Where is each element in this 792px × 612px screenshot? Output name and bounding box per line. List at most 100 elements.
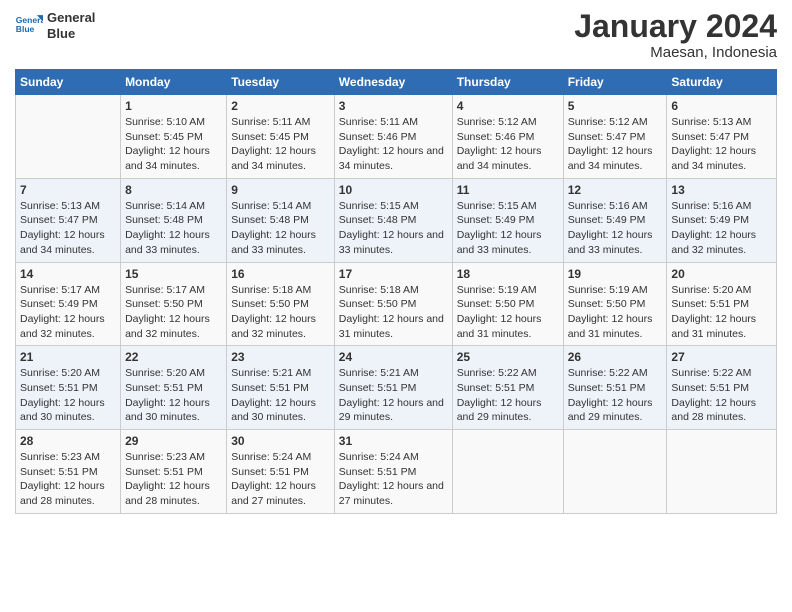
day-number: 12: [568, 183, 663, 197]
day-info: Sunrise: 5:12 AMSunset: 5:46 PMDaylight:…: [457, 115, 559, 174]
logo-line1: General: [47, 10, 95, 26]
day-info: Sunrise: 5:11 AMSunset: 5:45 PMDaylight:…: [231, 115, 330, 174]
calendar-cell: 25 Sunrise: 5:22 AMSunset: 5:51 PMDayligh…: [452, 346, 563, 430]
day-info: Sunrise: 5:20 AMSunset: 5:51 PMDaylight:…: [125, 366, 222, 425]
day-info: Sunrise: 5:20 AMSunset: 5:51 PMDaylight:…: [20, 366, 116, 425]
calendar-cell: [563, 430, 667, 514]
day-info: Sunrise: 5:23 AMSunset: 5:51 PMDaylight:…: [20, 450, 116, 509]
day-number: 3: [339, 99, 448, 113]
calendar-cell: 22Sunrise: 5:20 AMSunset: 5:51 PMDayligh…: [121, 346, 227, 430]
day-info: Sunrise: 5:23 AMSunset: 5:51 PMDaylight:…: [125, 450, 222, 509]
calendar-table: SundayMondayTuesdayWednesdayThursdayFrid…: [15, 69, 777, 514]
column-header-sunday: Sunday: [16, 70, 121, 95]
month-title: January 2024: [574, 10, 777, 42]
day-info: Sunrise: 5:19 AMSunset: 5:50 PMDaylight:…: [457, 283, 559, 342]
day-info: Sunrise: 5:10 AMSunset: 5:45 PMDaylight:…: [125, 115, 222, 174]
page-header: General Blue General Blue January 2024 M…: [15, 10, 777, 61]
day-info: Sunrise: 5:18 AMSunset: 5:50 PMDaylight:…: [231, 283, 330, 342]
day-number: 14: [20, 267, 116, 281]
calendar-cell: 14 Sunrise: 5:17 AMSunset: 5:49 PMDayligh…: [16, 262, 121, 346]
day-number: 20: [671, 267, 772, 281]
day-info: Sunrise: 5:18 AMSunset: 5:50 PMDaylight:…: [339, 283, 448, 342]
day-number: 25: [457, 350, 559, 364]
day-info: Sunrise: 5:16 AMSunset: 5:49 PMDaylight:…: [568, 199, 663, 258]
calendar-cell: [667, 430, 777, 514]
calendar-header-row: SundayMondayTuesdayWednesdayThursdayFrid…: [16, 70, 777, 95]
calendar-cell: 23Sunrise: 5:21 AMSunset: 5:51 PMDayligh…: [227, 346, 335, 430]
day-info: Sunrise: 5:17 AMSunset: 5:50 PMDaylight:…: [125, 283, 222, 342]
day-info: Sunrise: 5:17 AMSunset: 5:49 PMDaylight:…: [20, 283, 116, 342]
column-header-tuesday: Tuesday: [227, 70, 335, 95]
day-number: 16: [231, 267, 330, 281]
week-row-2: 7Sunrise: 5:13 AMSunset: 5:47 PMDaylight…: [16, 178, 777, 262]
calendar-cell: 11Sunrise: 5:15 AMSunset: 5:49 PMDayligh…: [452, 178, 563, 262]
calendar-cell: 6 Sunrise: 5:13 AMSunset: 5:47 PMDaylight…: [667, 95, 777, 179]
calendar-cell: 21 Sunrise: 5:20 AMSunset: 5:51 PMDayligh…: [16, 346, 121, 430]
day-info: Sunrise: 5:16 AMSunset: 5:49 PMDaylight:…: [671, 199, 772, 258]
day-number: 28: [20, 434, 116, 448]
column-header-saturday: Saturday: [667, 70, 777, 95]
day-info: Sunrise: 5:22 AMSunset: 5:51 PMDaylight:…: [568, 366, 663, 425]
day-number: 23: [231, 350, 330, 364]
day-info: Sunrise: 5:13 AMSunset: 5:47 PMDaylight:…: [671, 115, 772, 174]
calendar-cell: 2 Sunrise: 5:11 AMSunset: 5:45 PMDaylight…: [227, 95, 335, 179]
logo-text: General Blue: [47, 10, 95, 41]
calendar-cell: 7Sunrise: 5:13 AMSunset: 5:47 PMDaylight…: [16, 178, 121, 262]
calendar-cell: 5Sunrise: 5:12 AMSunset: 5:47 PMDaylight…: [563, 95, 667, 179]
day-info: Sunrise: 5:12 AMSunset: 5:47 PMDaylight:…: [568, 115, 663, 174]
calendar-cell: 15 Sunrise: 5:17 AMSunset: 5:50 PMDayligh…: [121, 262, 227, 346]
day-number: 4: [457, 99, 559, 113]
calendar-cell: 13 Sunrise: 5:16 AMSunset: 5:49 PMDayligh…: [667, 178, 777, 262]
day-info: Sunrise: 5:21 AMSunset: 5:51 PMDaylight:…: [339, 366, 448, 425]
day-info: Sunrise: 5:19 AMSunset: 5:50 PMDaylight:…: [568, 283, 663, 342]
day-info: Sunrise: 5:20 AMSunset: 5:51 PMDaylight:…: [671, 283, 772, 342]
calendar-cell: 19Sunrise: 5:19 AMSunset: 5:50 PMDayligh…: [563, 262, 667, 346]
day-number: 6: [671, 99, 772, 113]
calendar-cell: 3 Sunrise: 5:11 AMSunset: 5:46 PMDaylight…: [334, 95, 452, 179]
day-info: Sunrise: 5:11 AMSunset: 5:46 PMDaylight:…: [339, 115, 448, 174]
day-info: Sunrise: 5:15 AMSunset: 5:49 PMDaylight:…: [457, 199, 559, 258]
calendar-cell: 29 Sunrise: 5:23 AMSunset: 5:51 PMDayligh…: [121, 430, 227, 514]
week-row-4: 21 Sunrise: 5:20 AMSunset: 5:51 PMDayligh…: [16, 346, 777, 430]
day-number: 30: [231, 434, 330, 448]
calendar-cell: 9Sunrise: 5:14 AMSunset: 5:48 PMDaylight…: [227, 178, 335, 262]
column-header-monday: Monday: [121, 70, 227, 95]
calendar-cell: 20 Sunrise: 5:20 AMSunset: 5:51 PMDayligh…: [667, 262, 777, 346]
day-number: 29: [125, 434, 222, 448]
calendar-cell: 10Sunrise: 5:15 AMSunset: 5:48 PMDayligh…: [334, 178, 452, 262]
day-info: Sunrise: 5:22 AMSunset: 5:51 PMDaylight:…: [457, 366, 559, 425]
column-header-thursday: Thursday: [452, 70, 563, 95]
day-number: 13: [671, 183, 772, 197]
week-row-5: 28 Sunrise: 5:23 AMSunset: 5:51 PMDayligh…: [16, 430, 777, 514]
day-number: 17: [339, 267, 448, 281]
day-number: 21: [20, 350, 116, 364]
column-header-friday: Friday: [563, 70, 667, 95]
svg-text:Blue: Blue: [16, 24, 35, 34]
day-number: 24: [339, 350, 448, 364]
day-number: 9: [231, 183, 330, 197]
logo-icon: General Blue: [15, 12, 43, 40]
calendar-cell: 24 Sunrise: 5:21 AMSunset: 5:51 PMDayligh…: [334, 346, 452, 430]
logo-line2: Blue: [47, 26, 95, 42]
calendar-cell: 1Sunrise: 5:10 AMSunset: 5:45 PMDaylight…: [121, 95, 227, 179]
day-number: 10: [339, 183, 448, 197]
calendar-cell: [16, 95, 121, 179]
calendar-cell: 4 Sunrise: 5:12 AMSunset: 5:46 PMDaylight…: [452, 95, 563, 179]
location-title: Maesan, Indonesia: [574, 44, 777, 61]
week-row-3: 14 Sunrise: 5:17 AMSunset: 5:49 PMDayligh…: [16, 262, 777, 346]
day-info: Sunrise: 5:22 AMSunset: 5:51 PMDaylight:…: [671, 366, 772, 425]
logo: General Blue General Blue: [15, 10, 95, 41]
day-info: Sunrise: 5:24 AMSunset: 5:51 PMDaylight:…: [339, 450, 448, 509]
calendar-cell: 31Sunrise: 5:24 AMSunset: 5:51 PMDayligh…: [334, 430, 452, 514]
day-number: 18: [457, 267, 559, 281]
calendar-cell: 16 Sunrise: 5:18 AMSunset: 5:50 PMDayligh…: [227, 262, 335, 346]
calendar-cell: 17 Sunrise: 5:18 AMSunset: 5:50 PMDayligh…: [334, 262, 452, 346]
calendar-cell: 27Sunrise: 5:22 AMSunset: 5:51 PMDayligh…: [667, 346, 777, 430]
column-header-wednesday: Wednesday: [334, 70, 452, 95]
day-number: 8: [125, 183, 222, 197]
day-number: 2: [231, 99, 330, 113]
calendar-cell: 26Sunrise: 5:22 AMSunset: 5:51 PMDayligh…: [563, 346, 667, 430]
day-number: 15: [125, 267, 222, 281]
title-section: January 2024 Maesan, Indonesia: [574, 10, 777, 61]
day-info: Sunrise: 5:14 AMSunset: 5:48 PMDaylight:…: [125, 199, 222, 258]
